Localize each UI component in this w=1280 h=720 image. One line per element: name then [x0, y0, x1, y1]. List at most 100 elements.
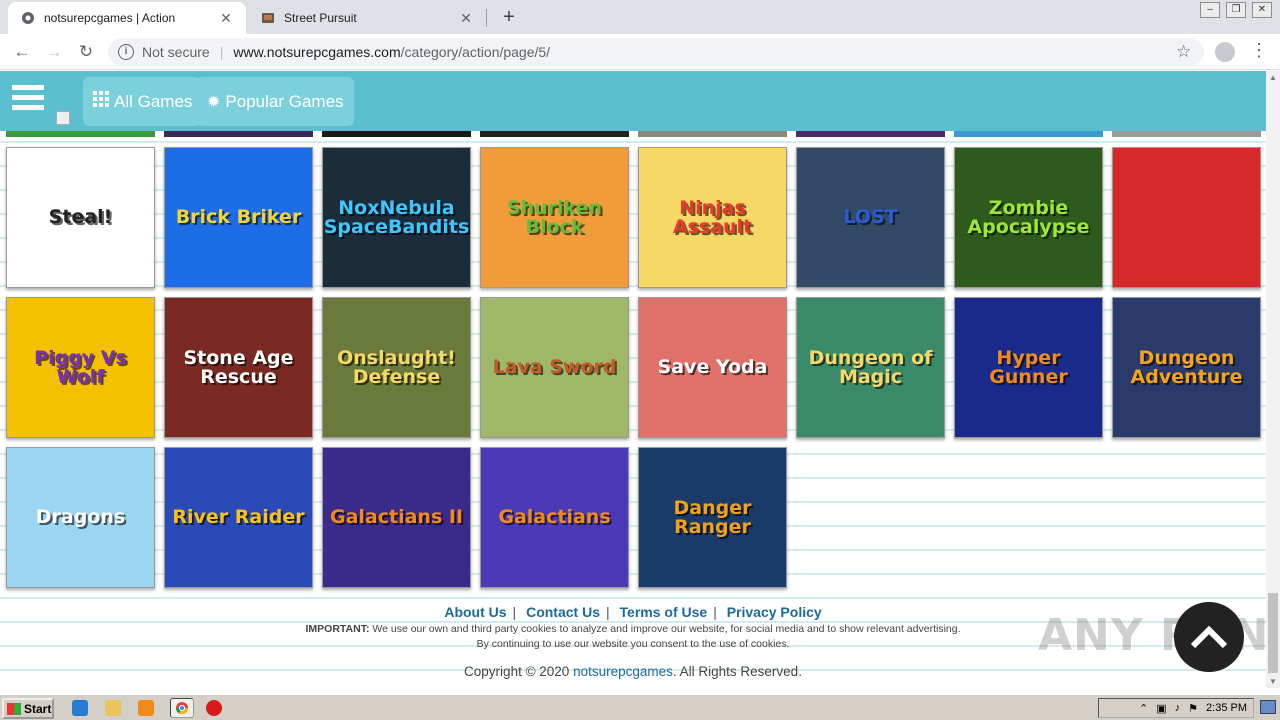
show-desktop-icon[interactable]	[1260, 700, 1276, 714]
game-title: Dragons	[35, 506, 126, 528]
url-path: /category/action/page/5/	[400, 44, 551, 60]
game-title: River Raider	[172, 506, 305, 528]
tab-close-icon[interactable]: ✕	[458, 10, 474, 26]
game-tile[interactable]: Dragons	[6, 447, 155, 588]
start-label: Start	[24, 701, 52, 716]
partial-game-tile[interactable]	[6, 131, 155, 137]
game-title: Zombie Apocalypse	[967, 196, 1090, 238]
stop-icon[interactable]	[206, 700, 222, 716]
cookie-consent-text: By continuing to use our website you con…	[476, 638, 790, 650]
game-title: Piggy Vs Wolf	[34, 346, 127, 388]
media-player-icon[interactable]	[138, 700, 154, 716]
tray-arrow-icon[interactable]: ⌃	[1139, 702, 1148, 715]
game-tile[interactable]: LOST	[796, 147, 945, 288]
tab-notsurepcgames[interactable]: notsurepcgames | Action ✕	[8, 2, 246, 34]
internet-explorer-icon[interactable]	[72, 700, 88, 716]
partial-game-tile[interactable]	[796, 131, 945, 137]
copyright-suffix: . All Rights Reserved.	[672, 664, 802, 679]
folder-icon[interactable]	[105, 700, 121, 716]
copyright: Copyright © 2020 notsurepcgames. All Rig…	[0, 664, 1266, 679]
broken-logo-image[interactable]	[56, 111, 70, 125]
game-tile[interactable]: Galactians	[480, 447, 629, 588]
game-tile[interactable]: Danger Ranger	[638, 447, 787, 588]
volume-icon[interactable]: ♪	[1175, 702, 1181, 714]
address-bar[interactable]: i Not secure | www.notsurepcgames.com/ca…	[108, 38, 1204, 66]
tab-close-icon[interactable]: ✕	[218, 10, 234, 26]
network-icon[interactable]: ▣	[1156, 702, 1166, 715]
game-title: Dungeon of Magic	[808, 346, 933, 388]
game-tile[interactable]: Lava Sword	[480, 297, 629, 438]
game-title: Brick Briker	[175, 206, 302, 228]
page-scrollbar[interactable]: ▲ ▼	[1266, 71, 1280, 688]
footer-link-terms[interactable]: Terms of Use	[620, 604, 708, 620]
omnibox-divider: |	[219, 44, 224, 60]
tab-divider	[486, 9, 487, 27]
tab-street-pursuit[interactable]: Street Pursuit ✕	[248, 2, 486, 34]
nav-all-games[interactable]: All Games	[83, 77, 203, 126]
page-viewport: All Games ✹ Popular Games Steal! Brick Br…	[0, 71, 1266, 688]
start-button[interactable]: Start	[2, 698, 54, 719]
close-window-button[interactable]: ✕	[1252, 2, 1272, 18]
game-favicon-icon	[260, 10, 276, 26]
game-title: Galactians	[498, 506, 611, 528]
profile-avatar-icon[interactable]	[1215, 42, 1235, 62]
game-title: LOST	[843, 206, 898, 228]
reload-icon[interactable]: ↻	[74, 40, 98, 64]
game-tile[interactable]: Shuriken Block	[480, 147, 629, 288]
forward-arrow-icon[interactable]: →	[42, 40, 66, 64]
partial-game-tile[interactable]	[164, 131, 313, 137]
browser-tab-bar: notsurepcgames | Action ✕ Street Pursuit…	[0, 0, 1280, 34]
hamburger-menu-icon[interactable]	[12, 85, 44, 117]
windows-taskbar: Start ⌃ ▣ ♪ ⚑ 2:35 PM	[0, 694, 1280, 720]
copyright-prefix: Copyright © 2020	[464, 664, 570, 679]
scroll-down-arrow-icon[interactable]: ▼	[1269, 677, 1277, 686]
game-tile[interactable]: Save Yoda	[638, 297, 787, 438]
game-tile[interactable]: Steal!	[6, 147, 155, 288]
partial-game-tile[interactable]	[480, 131, 629, 137]
new-tab-button[interactable]: +	[498, 6, 520, 28]
footer-link-privacy[interactable]: Privacy Policy	[727, 604, 822, 620]
game-tile[interactable]: Onslaught! Defense	[322, 297, 471, 438]
system-tray: ⌃ ▣ ♪ ⚑ 2:35 PM	[1098, 698, 1254, 718]
game-tile[interactable]: NoxNebula SpaceBandits	[322, 147, 471, 288]
partial-game-tile[interactable]	[1112, 131, 1261, 137]
scroll-to-top-button[interactable]	[1174, 602, 1244, 672]
nav-popular-games-label: Popular Games	[225, 91, 344, 111]
game-tile[interactable]: Hyper Gunner	[954, 297, 1103, 438]
browser-menu-icon[interactable]: ⋮	[1250, 40, 1268, 61]
game-tile[interactable]: Piggy Vs Wolf	[6, 297, 155, 438]
game-title: Save Yoda	[657, 356, 768, 378]
partial-game-tile[interactable]	[638, 131, 787, 137]
restore-button[interactable]: ❐	[1226, 2, 1246, 18]
scroll-up-arrow-icon[interactable]: ▲	[1269, 73, 1277, 82]
game-tile[interactable]: Ninjas Assault	[638, 147, 787, 288]
game-tile[interactable]: Dungeon of Magic	[796, 297, 945, 438]
scrollbar-thumb[interactable]	[1268, 593, 1278, 673]
browser-toolbar: ← → ↻ i Not secure | www.notsurepcgames.…	[0, 34, 1280, 70]
url-domain: www.notsurepcgames.com	[233, 44, 401, 60]
nav-popular-games[interactable]: ✹ Popular Games	[197, 77, 354, 126]
partial-game-tile[interactable]	[954, 131, 1103, 137]
flag-icon[interactable]: ⚑	[1188, 702, 1198, 715]
game-tile[interactable]: Zombie Apocalypse	[954, 147, 1103, 288]
game-tile[interactable]: Brick Briker	[164, 147, 313, 288]
game-tile[interactable]: Stone Age Rescue	[164, 297, 313, 438]
info-icon[interactable]: i	[118, 44, 134, 60]
footer-link-about[interactable]: About Us	[444, 604, 506, 620]
game-title: Dungeon Adventure	[1130, 346, 1243, 388]
game-tile[interactable]: River Raider	[164, 447, 313, 588]
copyright-site-link[interactable]: notsurepcgames	[573, 664, 673, 679]
game-tile[interactable]: Dungeon Adventure	[1112, 297, 1261, 438]
footer-link-contact[interactable]: Contact Us	[526, 604, 600, 620]
game-tile[interactable]	[1112, 147, 1261, 288]
chrome-taskbar-button[interactable]	[170, 698, 194, 718]
game-title: Lava Sword	[492, 356, 617, 378]
bookmark-star-icon[interactable]: ☆	[1176, 42, 1191, 62]
tab-title: Street Pursuit	[284, 11, 357, 25]
minimize-button[interactable]: –	[1200, 2, 1220, 18]
game-tile[interactable]: Galactians II	[322, 447, 471, 588]
game-title: Galactians II	[329, 506, 464, 528]
tab-title: notsurepcgames | Action	[44, 11, 176, 25]
partial-game-tile[interactable]	[322, 131, 471, 137]
back-arrow-icon[interactable]: ←	[10, 40, 34, 64]
